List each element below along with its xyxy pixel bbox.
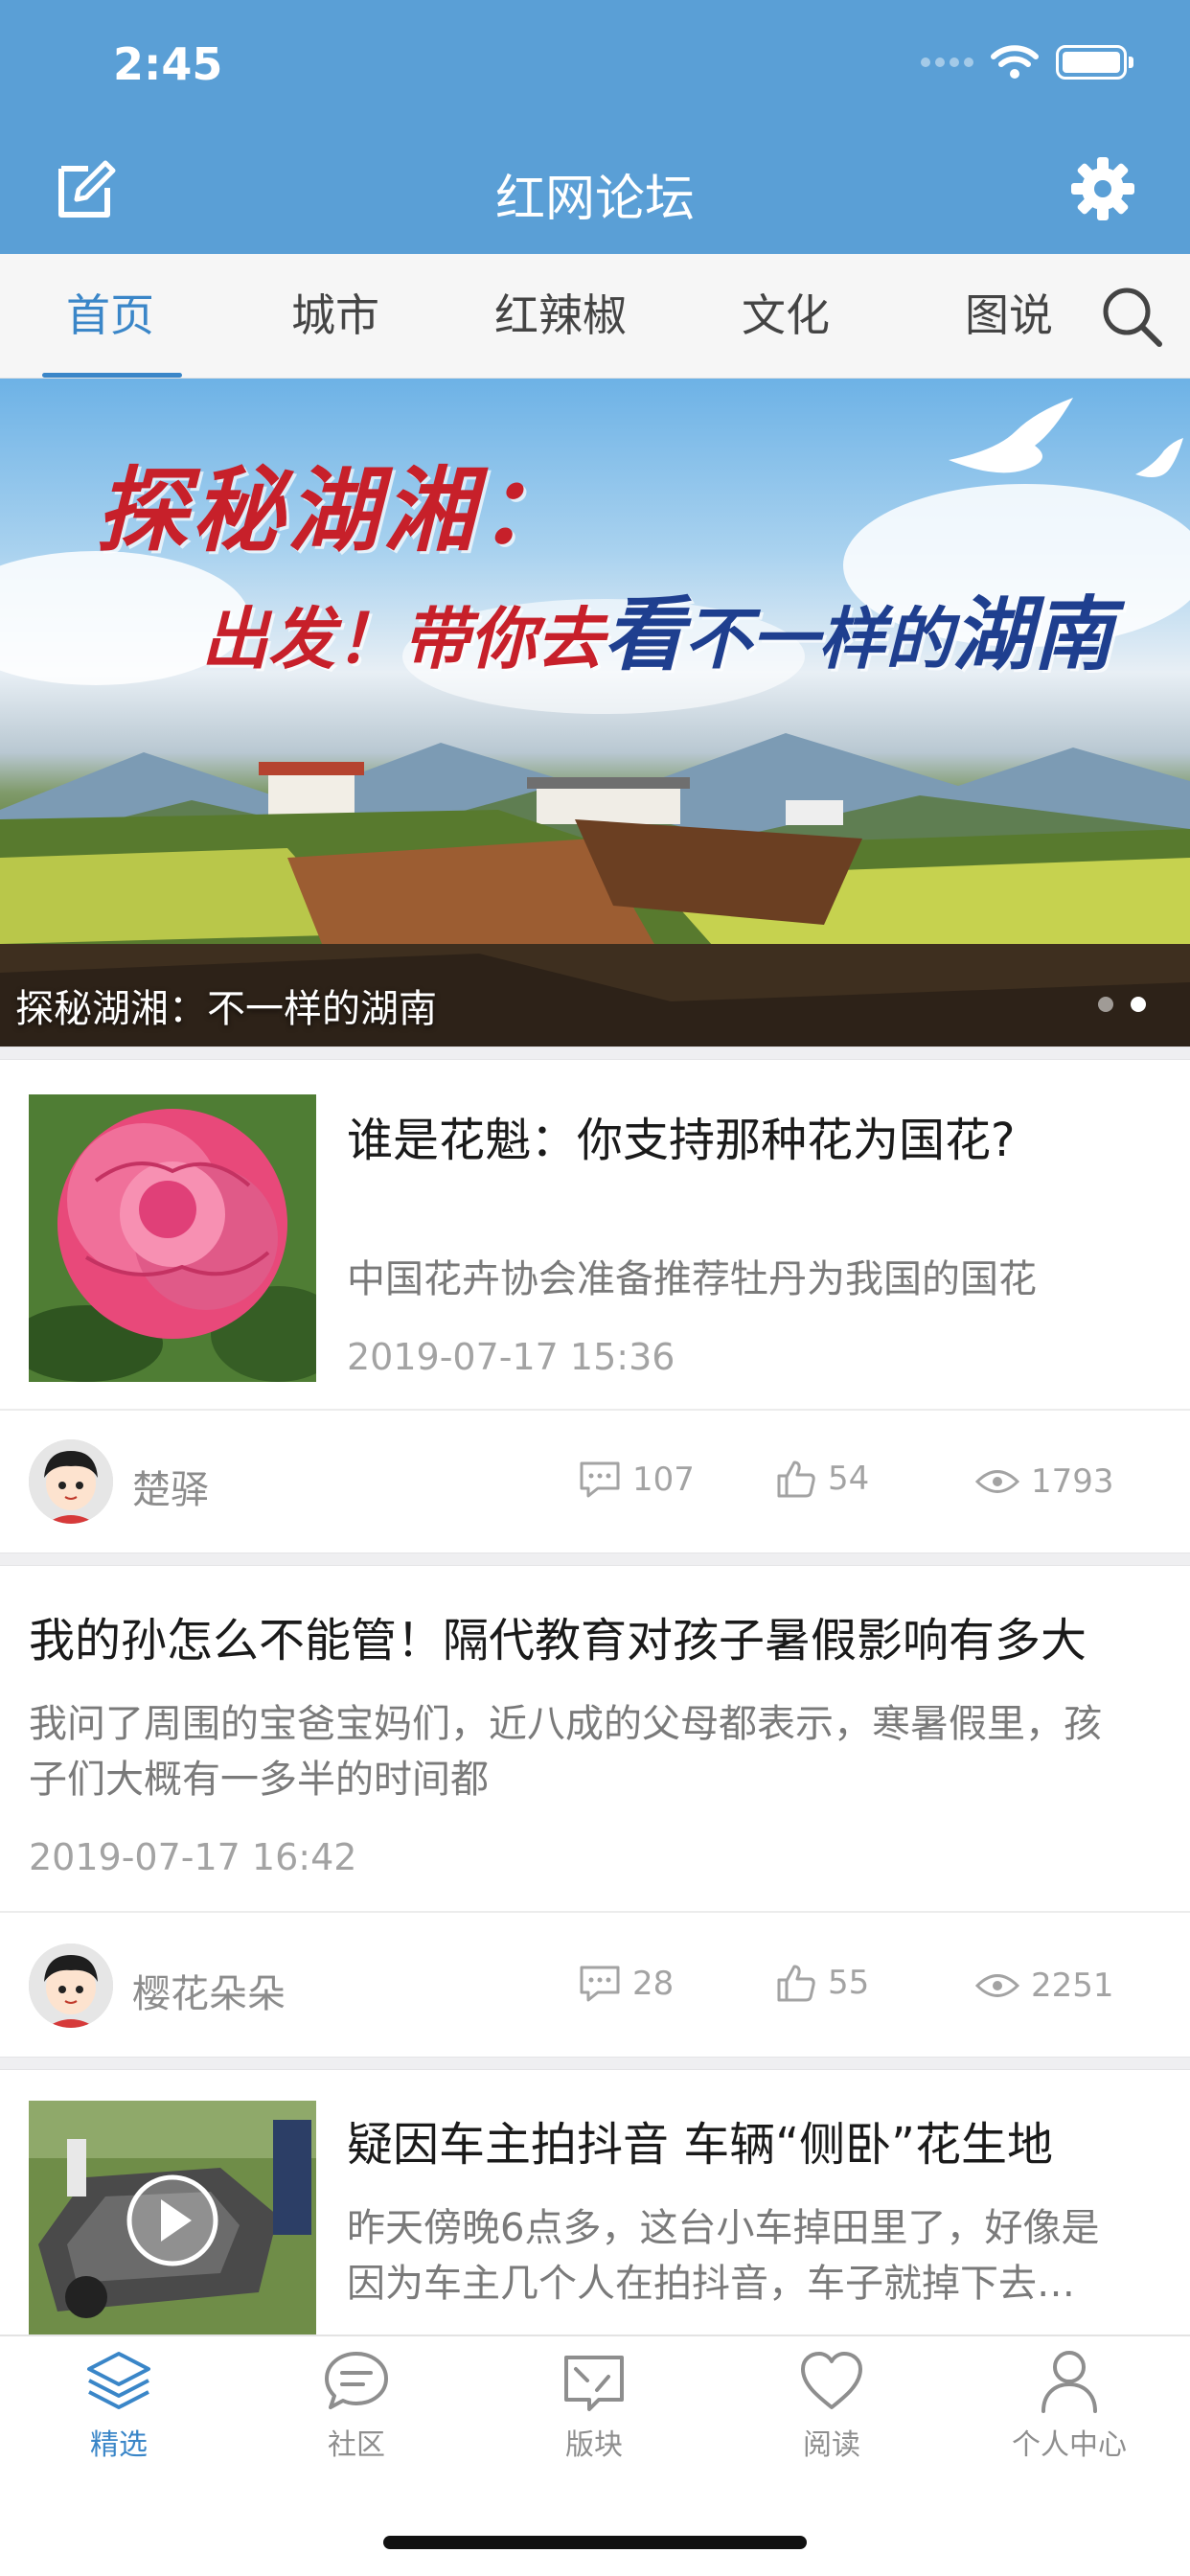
post-summary-line: 昨天傍晚6点多，这台小车掉田里了，好像是 <box>347 2206 1100 2250</box>
post-title[interactable]: 我的孙怎么不能管！隔代教育对孩子暑假影响有多大 <box>29 1602 1087 1669</box>
section-separator <box>0 2057 1190 2070</box>
avatar-cartoon-icon <box>29 1944 113 2028</box>
view-count: 2251 <box>975 1966 1114 2005</box>
post-summary-line: 我问了周围的宝爸宝妈们，近八成的父母都表示，寒暑假里，孩 <box>29 1702 1102 1746</box>
eye-icon <box>975 1974 1019 1997</box>
tab-city[interactable]: 城市 <box>263 254 407 379</box>
carousel-page-indicator <box>1098 997 1146 1012</box>
author-name[interactable]: 楚驿 <box>132 1459 209 1514</box>
post-date: 2019-07-17 15:36 <box>347 1336 675 1378</box>
dove-icon-small <box>1135 438 1183 478</box>
tab-red-pepper[interactable]: 红辣椒 <box>479 254 642 379</box>
row-divider <box>0 1911 1190 1913</box>
banner-caption: 探秘湖湘：不一样的湖南 <box>15 987 437 1031</box>
app-header: 2:45 红网论坛 <box>0 0 1190 254</box>
like-count[interactable]: 54 <box>776 1459 869 1499</box>
view-count: 1793 <box>975 1462 1114 1501</box>
thumbs-up-icon <box>777 1965 815 2002</box>
tab-culture[interactable]: 文化 <box>714 254 858 379</box>
post-video-thumbnail[interactable] <box>29 2101 316 2334</box>
home-indicator[interactable] <box>383 2536 807 2549</box>
author-name[interactable]: 樱花朵朵 <box>132 1963 286 2018</box>
like-count-value: 55 <box>828 1964 870 2002</box>
dove-icon <box>949 398 1073 473</box>
tab-bar-label: 社区 <box>328 2428 385 2462</box>
comment-icon <box>580 1966 620 2002</box>
tab-bar-label: 个人中心 <box>1012 2428 1127 2462</box>
page-title: 红网论坛 <box>494 171 695 228</box>
search-icon[interactable] <box>1098 283 1165 350</box>
status-time: 2:45 <box>113 38 223 90</box>
tab-bar-reading[interactable]: 阅读 <box>736 2348 927 2463</box>
avatar-cartoon-icon <box>29 1439 113 1524</box>
tab-bar-profile[interactable]: 个人中心 <box>973 2348 1165 2463</box>
status-indicators <box>921 44 1133 80</box>
tab-bar-community[interactable]: 社区 <box>261 2348 452 2463</box>
tab-bar-boards[interactable]: 版块 <box>498 2348 690 2463</box>
view-count-value: 2251 <box>1031 1966 1114 2005</box>
comment-count[interactable]: 28 <box>579 1965 674 2003</box>
section-separator <box>0 1552 1190 1566</box>
chat-bubble-icon <box>325 2352 388 2409</box>
post-title[interactable]: 谁是花魁：你支持那种花为国花? <box>347 1102 1015 1169</box>
board-icon <box>564 2356 624 2411</box>
post-summary-line: 因为车主几个人在拍抖音，车子就掉下去… <box>347 2262 1075 2306</box>
post-thumbnail[interactable] <box>29 1094 316 1382</box>
post-summary-line: 子们大概有一多半的时间都 <box>29 1758 489 1802</box>
comment-count-value: 28 <box>632 1965 675 2003</box>
post-date: 2019-07-17 16:42 <box>29 1836 357 1878</box>
heart-icon <box>801 2352 862 2409</box>
row-divider <box>0 1409 1190 1411</box>
post-summary: 昨天傍晚6点多，这台小车掉田里了，好像是 因为车主几个人在拍抖音，车子就掉下去… <box>347 2200 1099 2312</box>
post-title[interactable]: 疑因车主拍抖音 车辆“侧卧”花生地 <box>347 2106 1053 2174</box>
tab-home[interactable]: 首页 <box>38 254 182 379</box>
tab-bar-label: 版块 <box>565 2428 623 2462</box>
like-count-value: 54 <box>828 1460 870 1498</box>
tab-bar-label: 阅读 <box>803 2428 860 2462</box>
person-icon <box>1041 2351 1097 2413</box>
battery-icon <box>1056 45 1133 80</box>
thumbs-up-icon <box>777 1460 815 1498</box>
comment-icon <box>580 1461 620 1498</box>
banner-headline: 探秘湖湘： <box>96 456 575 564</box>
view-count-value: 1793 <box>1031 1462 1114 1501</box>
post-summary: 我问了周围的宝爸宝妈们，近八成的父母都表示，寒暑假里，孩 子们大概有一多半的时间… <box>29 1696 1102 1807</box>
tab-bar-featured[interactable]: 精选 <box>23 2348 215 2463</box>
eye-icon <box>975 1470 1019 1493</box>
featured-banner[interactable]: 探秘湖湘： 出发！带你去看不一样的湖南 探秘湖湘：不一样的湖南 <box>0 379 1190 1046</box>
banner-subheadline: 出发！带你去看不一样的湖南 <box>201 586 1114 681</box>
tab-bar-label: 精选 <box>90 2428 148 2462</box>
active-tab-indicator <box>42 373 182 378</box>
comment-count-value: 107 <box>632 1460 695 1499</box>
avatar[interactable] <box>29 1439 113 1524</box>
like-count[interactable]: 55 <box>776 1963 869 2003</box>
tab-photo[interactable]: 图说 <box>937 254 1081 379</box>
gear-icon[interactable] <box>1069 155 1136 222</box>
post-summary: 中国花卉协会准备推荐牡丹为我国的国花 <box>347 1257 1037 1301</box>
avatar[interactable] <box>29 1944 113 2028</box>
wifi-icon <box>991 45 1039 79</box>
cellular-signal-icon <box>921 58 973 67</box>
peony-flower-image <box>29 1094 316 1382</box>
section-separator <box>0 1046 1190 1060</box>
category-tabs: 首页 城市 红辣椒 文化 图说 <box>0 254 1190 379</box>
layers-icon <box>87 2352 150 2409</box>
comment-count[interactable]: 107 <box>579 1460 695 1499</box>
overturned-car-image <box>29 2101 316 2334</box>
